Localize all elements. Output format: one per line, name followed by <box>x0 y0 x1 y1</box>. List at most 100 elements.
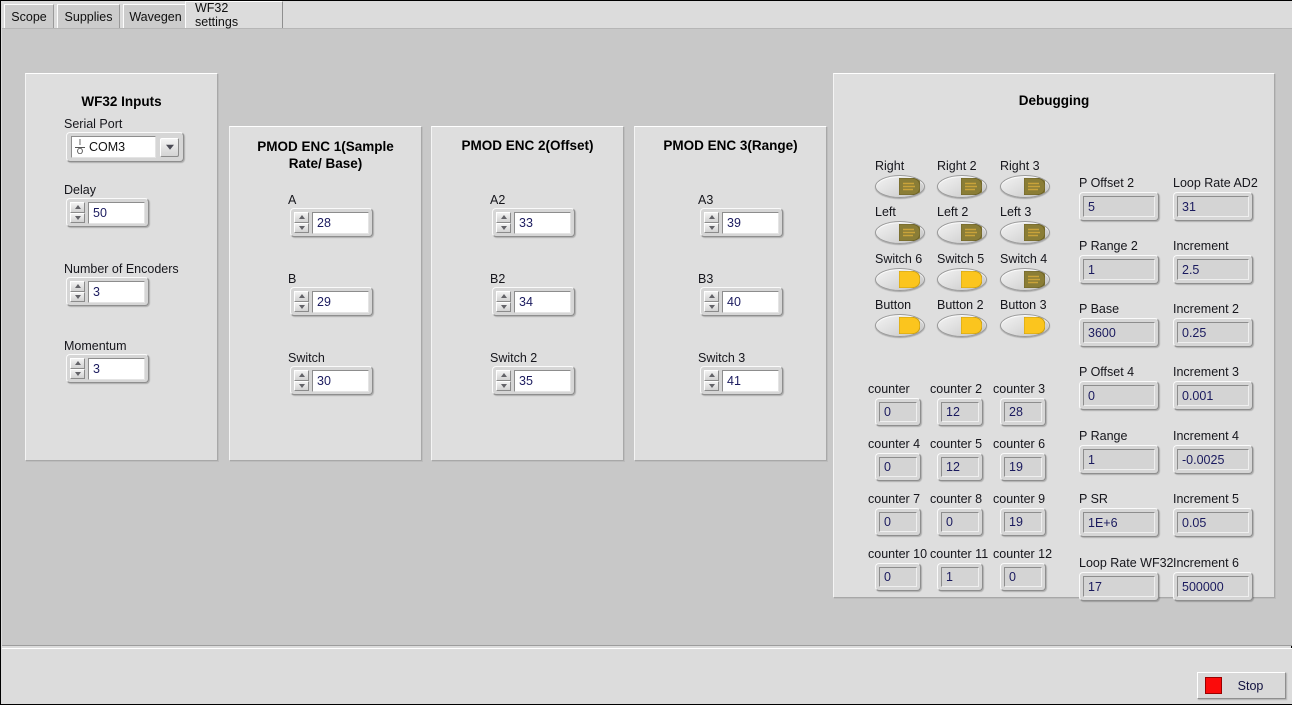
enc1-a-value[interactable]: 28 <box>312 211 369 234</box>
enc2-b2-spinner[interactable] <box>496 291 511 312</box>
boolean-indicator-switch-6[interactable] <box>875 268 925 291</box>
label-bool-9: Button <box>875 298 912 312</box>
enc2-b2-value[interactable]: 34 <box>514 290 571 313</box>
enc1-switch-value[interactable]: 30 <box>312 369 369 392</box>
number-of-encoders-spinner[interactable] <box>70 281 85 302</box>
enc3-b3-value[interactable]: 40 <box>722 290 779 313</box>
indicator-value: 0.25 <box>1177 322 1249 343</box>
label-param1-1: P Range 2 <box>1079 239 1138 253</box>
boolean-indicator-switch-4[interactable] <box>1000 268 1050 291</box>
serial-port-combo[interactable]: IO COM3 <box>66 132 184 162</box>
label-enc1-switch: Switch <box>288 351 325 365</box>
indicator-value: 31 <box>1177 196 1249 217</box>
indicator-counter-7: 0 <box>875 508 921 536</box>
panel-debugging-title: Debugging <box>1018 93 1090 108</box>
label-bool-3: Left <box>875 205 896 219</box>
led-slug-icon <box>1023 177 1046 196</box>
label-bool-0: Right <box>875 159 905 173</box>
indicator-counter-3: 28 <box>1000 398 1046 426</box>
indicator-p-sr: 1E+6 <box>1079 508 1159 537</box>
indicator-value: 0 <box>1004 567 1042 587</box>
label-momentum: Momentum <box>64 339 127 353</box>
indicator-value: 28 <box>1004 402 1042 422</box>
boolean-indicator-switch-5[interactable] <box>937 268 987 291</box>
indicator-increment-4: -0.0025 <box>1173 445 1253 474</box>
number-of-encoders-value[interactable]: 3 <box>88 280 145 303</box>
enc2-switch2-spinner[interactable] <box>496 370 511 391</box>
enc1-switch-spinner[interactable] <box>294 370 309 391</box>
indicator-value: 2.5 <box>1177 259 1249 280</box>
chevron-down-icon[interactable] <box>160 137 179 157</box>
tab-wf32-settings[interactable]: WF32 settings <box>185 1 283 29</box>
serial-port-value: COM3 <box>89 140 126 154</box>
tab-wavegen[interactable]: Wavegen <box>123 4 188 28</box>
indicator-counter-11: 1 <box>937 563 983 591</box>
wf32-settings-window: Scope Supplies Wavegen WF32 settings WF3… <box>0 0 1292 705</box>
enc2-b2-stepper[interactable]: 34 <box>492 287 575 316</box>
indicator-value: 0 <box>941 512 979 532</box>
enc3-b3-spinner[interactable] <box>704 291 719 312</box>
delay-spinner[interactable] <box>70 202 85 223</box>
indicator-value: 0.001 <box>1177 385 1249 406</box>
boolean-indicator-button[interactable] <box>875 314 925 337</box>
label-counter-10: counter 10 <box>868 547 928 561</box>
boolean-indicator-right[interactable] <box>875 175 925 198</box>
boolean-indicator-button-3[interactable] <box>1000 314 1050 337</box>
enc2-switch2-value[interactable]: 35 <box>514 369 571 392</box>
tab-scope[interactable]: Scope <box>4 4 54 28</box>
indicator-value: 3600 <box>1083 322 1155 343</box>
enc1-b-stepper[interactable]: 29 <box>290 287 373 316</box>
enc1-switch-stepper[interactable]: 30 <box>290 366 373 395</box>
serial-port-field[interactable]: IO COM3 <box>71 136 156 158</box>
enc3-a3-value[interactable]: 39 <box>722 211 779 234</box>
label-counter: counter <box>868 382 910 396</box>
label-bool-1: Right 2 <box>937 159 977 173</box>
boolean-indicator-button-2[interactable] <box>937 314 987 337</box>
enc3-b3-stepper[interactable]: 40 <box>700 287 783 316</box>
enc1-a-stepper[interactable]: 28 <box>290 208 373 237</box>
label-enc2-b2: B2 <box>490 272 506 286</box>
stop-square-icon <box>1205 677 1222 694</box>
indicator-increment-3: 0.001 <box>1173 381 1253 410</box>
enc2-a2-spinner[interactable] <box>496 212 511 233</box>
enc2-a2-stepper[interactable]: 33 <box>492 208 575 237</box>
indicator-value: 12 <box>941 457 979 477</box>
enc2-a2-value[interactable]: 33 <box>514 211 571 234</box>
led-slug-icon <box>898 270 921 289</box>
momentum-spinner[interactable] <box>70 358 85 379</box>
boolean-indicator-left-2[interactable] <box>937 221 987 244</box>
stop-button[interactable]: Stop <box>1197 672 1286 699</box>
enc3-switch3-value[interactable]: 41 <box>722 369 779 392</box>
label-counter-2: counter 2 <box>930 382 983 396</box>
indicator-value: 1 <box>941 567 979 587</box>
enc3-switch3-stepper[interactable]: 41 <box>700 366 783 395</box>
label-counter-9: counter 9 <box>993 492 1046 506</box>
momentum-stepper[interactable]: 3 <box>66 354 149 383</box>
enc3-switch3-spinner[interactable] <box>704 370 719 391</box>
tab-supplies[interactable]: Supplies <box>57 4 120 28</box>
label-bool-7: Switch 5 <box>937 252 985 266</box>
boolean-indicator-right-2[interactable] <box>937 175 987 198</box>
enc1-a-spinner[interactable] <box>294 212 309 233</box>
enc3-a3-stepper[interactable]: 39 <box>700 208 783 237</box>
led-slug-icon <box>898 316 921 335</box>
label-counter-7: counter 7 <box>868 492 921 506</box>
label-enc3-b3: B3 <box>698 272 714 286</box>
boolean-indicator-right-3[interactable] <box>1000 175 1050 198</box>
led-slug-icon <box>898 177 921 196</box>
boolean-indicator-left[interactable] <box>875 221 925 244</box>
enc3-a3-spinner[interactable] <box>704 212 719 233</box>
number-of-encoders-stepper[interactable]: 3 <box>66 277 149 306</box>
delay-stepper[interactable]: 50 <box>66 198 149 227</box>
indicator-value: 12 <box>941 402 979 422</box>
led-slug-icon <box>898 223 921 242</box>
momentum-value[interactable]: 3 <box>88 357 145 380</box>
enc1-b-value[interactable]: 29 <box>312 290 369 313</box>
led-slug-icon <box>960 270 983 289</box>
boolean-indicator-left-3[interactable] <box>1000 221 1050 244</box>
enc2-switch2-stepper[interactable]: 35 <box>492 366 575 395</box>
delay-value[interactable]: 50 <box>88 201 145 224</box>
stop-button-label: Stop <box>1237 678 1264 693</box>
enc1-b-spinner[interactable] <box>294 291 309 312</box>
indicator-value: 0.05 <box>1177 512 1249 533</box>
